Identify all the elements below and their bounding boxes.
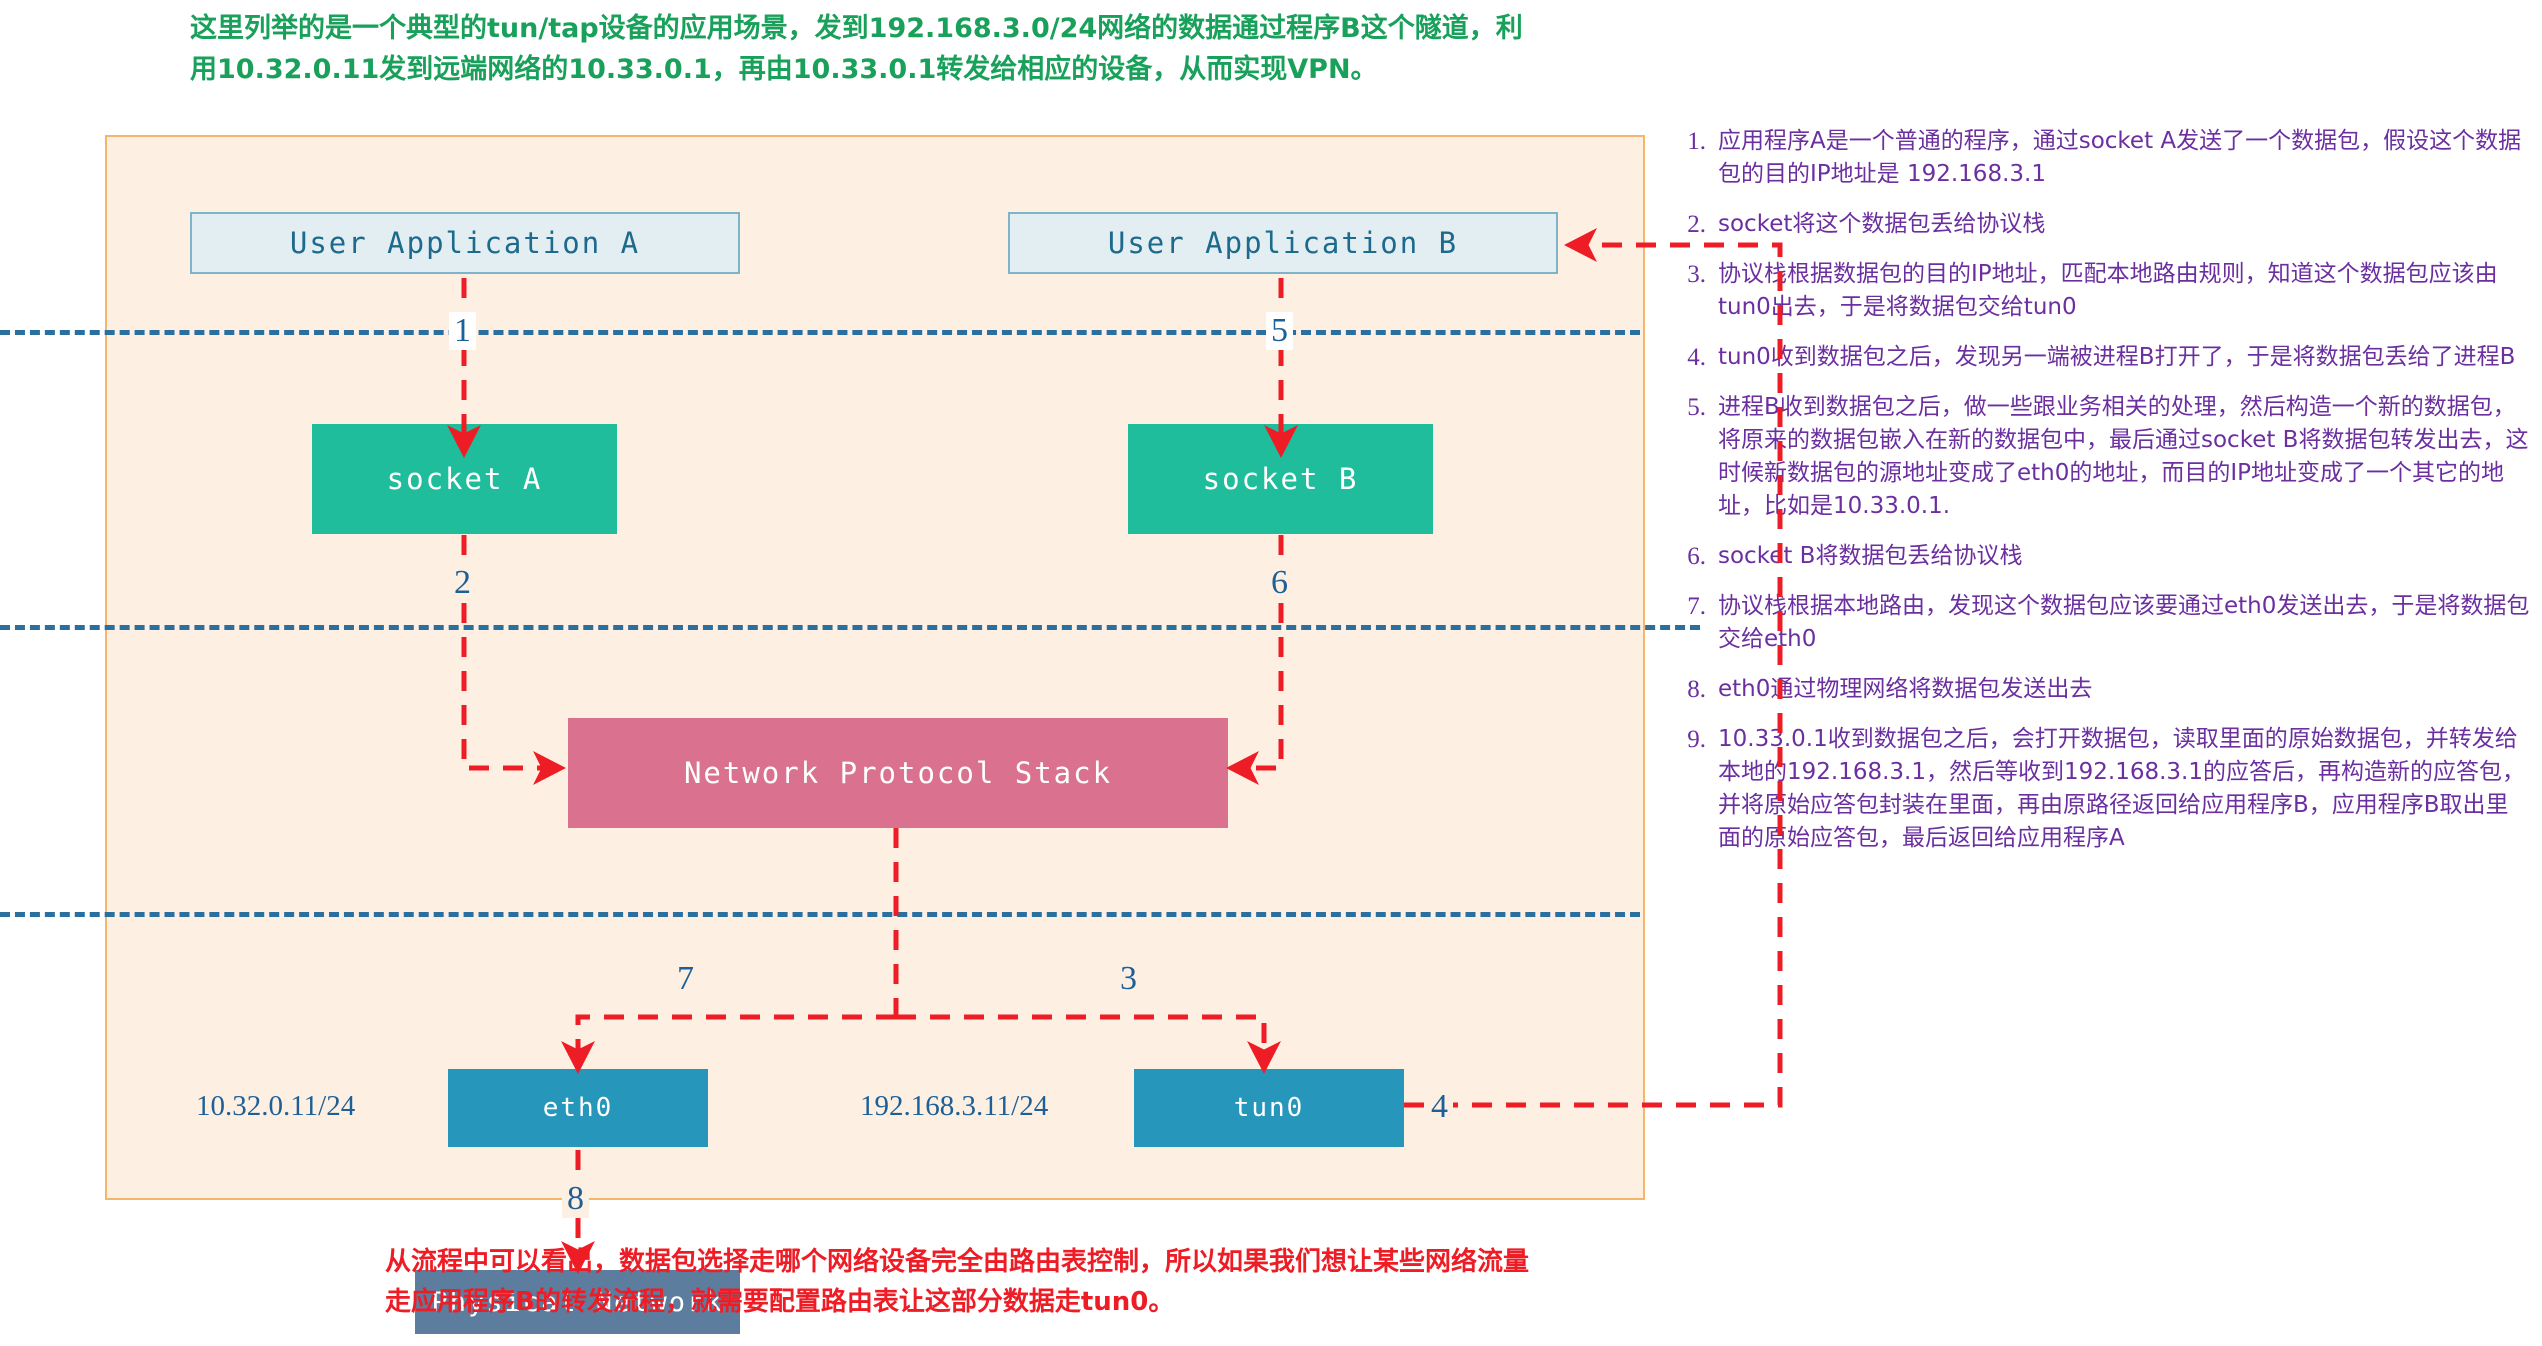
- list-item: 1. 应用程序A是一个普通的程序，通过socket A发送了一个数据包，假设这个…: [1660, 125, 2530, 191]
- list-marker: 9.: [1687, 726, 1706, 753]
- tun0-ip-label: 192.168.3.11/24: [860, 1090, 1049, 1122]
- list-text: 协议栈根据数据包的目的IP地址，匹配本地路由规则，知道这个数据包应该由tun0出…: [1718, 261, 2498, 320]
- node-tun0[interactable]: tun0: [1134, 1069, 1404, 1147]
- step-number-6: 6: [1266, 564, 1293, 602]
- step-number-2: 2: [449, 564, 476, 602]
- list-item: 8. eth0通过物理网络将数据包发送出去: [1660, 673, 2530, 706]
- list-text: 应用程序A是一个普通的程序，通过socket A发送了一个数据包，假设这个数据包…: [1718, 128, 2522, 187]
- list-marker: 1.: [1687, 128, 1706, 155]
- node-network-protocol-stack[interactable]: Network Protocol Stack: [568, 718, 1228, 828]
- node-label: tun0: [1233, 1093, 1305, 1123]
- step-number-4: 4: [1426, 1088, 1453, 1126]
- step-number-7: 7: [672, 960, 699, 998]
- step-number-3: 3: [1115, 960, 1142, 998]
- step-number-8: 8: [562, 1180, 589, 1218]
- list-text: tun0收到数据包之后，发现另一端被进程B打开了，于是将数据包丢给了进程B: [1718, 344, 2516, 370]
- list-item: 3. 协议栈根据数据包的目的IP地址，匹配本地路由规则，知道这个数据包应该由tu…: [1660, 258, 2530, 324]
- list-text: 进程B收到数据包之后，做一些跟业务相关的处理，然后构造一个新的数据包，将原来的数…: [1718, 394, 2529, 519]
- diagram-page: 这里列举的是一个典型的tun/tap设备的应用场景，发到192.168.3.0/…: [0, 0, 2542, 1346]
- list-text: socket将这个数据包丢给协议栈: [1718, 211, 2046, 237]
- node-eth0[interactable]: eth0: [448, 1069, 708, 1147]
- list-marker: 6.: [1687, 543, 1706, 570]
- node-socket-b[interactable]: socket B: [1128, 424, 1433, 534]
- list-text: 协议栈根据本地路由，发现这个数据包应该要通过eth0发送出去，于是将数据包交给e…: [1718, 593, 2530, 652]
- list-item: 7. 协议栈根据本地路由，发现这个数据包应该要通过eth0发送出去，于是将数据包…: [1660, 590, 2530, 656]
- list-item: 2. socket将这个数据包丢给协议栈: [1660, 208, 2530, 241]
- list-marker: 5.: [1687, 394, 1706, 421]
- list-item: 5. 进程B收到数据包之后，做一些跟业务相关的处理，然后构造一个新的数据包，将原…: [1660, 391, 2530, 523]
- step-number-5: 5: [1266, 312, 1293, 350]
- header-note: 这里列举的是一个典型的tun/tap设备的应用场景，发到192.168.3.0/…: [190, 13, 1523, 85]
- node-label: User Application B: [1107, 226, 1459, 260]
- steps-list: 1. 应用程序A是一个普通的程序，通过socket A发送了一个数据包，假设这个…: [1660, 125, 2530, 872]
- layer-separator-socket-stack: [0, 625, 1700, 630]
- list-text: socket B将数据包丢给协议栈: [1718, 543, 2023, 569]
- layer-separator-user-kernel: [0, 330, 1640, 335]
- step-number-1: 1: [449, 312, 476, 350]
- list-marker: 4.: [1687, 344, 1706, 371]
- list-item: 9. 10.33.0.1收到数据包之后，会打开数据包，读取里面的原始数据包，并转…: [1660, 723, 2530, 855]
- node-label: socket B: [1202, 462, 1359, 496]
- list-item: 6. socket B将数据包丢给协议栈: [1660, 540, 2530, 573]
- node-label: User Application A: [289, 226, 641, 260]
- node-user-application-a[interactable]: User Application A: [190, 212, 740, 274]
- list-text: eth0通过物理网络将数据包发送出去: [1718, 676, 2093, 702]
- bottom-note: 从流程中可以看出，数据包选择走哪个网络设备完全由路由表控制，所以如果我们想让某些…: [385, 1247, 1530, 1317]
- list-item: 4. tun0收到数据包之后，发现另一端被进程B打开了，于是将数据包丢给了进程B: [1660, 341, 2530, 374]
- eth0-ip-label: 10.32.0.11/24: [196, 1090, 356, 1122]
- node-socket-a[interactable]: socket A: [312, 424, 617, 534]
- node-label: socket A: [386, 462, 543, 496]
- list-marker: 7.: [1687, 593, 1706, 620]
- node-label: Network Protocol Stack: [683, 756, 1113, 790]
- layer-separator-stack-device: [0, 912, 1640, 917]
- host-container: [105, 135, 1645, 1200]
- list-text: 10.33.0.1收到数据包之后，会打开数据包，读取里面的原始数据包，并转发给本…: [1718, 726, 2525, 851]
- list-marker: 3.: [1687, 261, 1706, 288]
- list-marker: 2.: [1687, 211, 1706, 238]
- list-marker: 8.: [1687, 676, 1706, 703]
- node-label: eth0: [542, 1093, 614, 1123]
- node-user-application-b[interactable]: User Application B: [1008, 212, 1558, 274]
